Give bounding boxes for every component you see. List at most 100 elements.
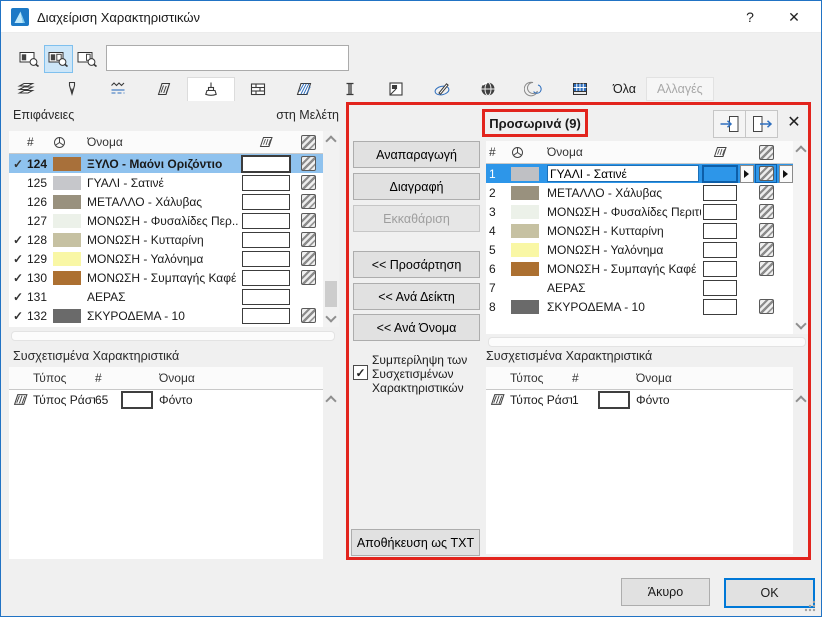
resize-grip[interactable] bbox=[803, 599, 817, 613]
fill-preview-box[interactable] bbox=[241, 154, 291, 173]
texture-icon[interactable] bbox=[755, 164, 777, 183]
tab-all[interactable]: Όλα bbox=[603, 77, 646, 101]
texture-icon[interactable] bbox=[758, 299, 774, 314]
fill-preview-box[interactable] bbox=[242, 231, 290, 248]
fill-preview-box[interactable] bbox=[703, 260, 737, 277]
fill-preview-box[interactable] bbox=[242, 212, 290, 229]
texture-icon[interactable] bbox=[300, 194, 316, 209]
by-name-button[interactable]: << Ανά Όνομα bbox=[353, 314, 480, 341]
scroll-thumb[interactable] bbox=[325, 281, 337, 307]
tab-composites[interactable] bbox=[235, 77, 281, 101]
associated-left-scrollbar[interactable] bbox=[323, 367, 339, 559]
table-row-selected[interactable]: 1 bbox=[486, 164, 793, 183]
search-scope-both-button[interactable] bbox=[44, 45, 73, 73]
help-button[interactable]: ? bbox=[737, 6, 763, 28]
tab-profiles[interactable] bbox=[327, 77, 373, 101]
left-table-hscrollbar[interactable] bbox=[11, 331, 335, 341]
fill-preview-box[interactable] bbox=[242, 174, 290, 191]
name-edit-field[interactable] bbox=[547, 165, 699, 182]
scroll-up-icon[interactable] bbox=[325, 135, 337, 147]
table-row[interactable]: 6 ΜΟΝΩΣΗ - Συμπαγής Καφέ bbox=[486, 259, 793, 278]
fill-preview-box[interactable] bbox=[703, 222, 737, 239]
append-button[interactable]: << Προσάρτηση bbox=[353, 251, 480, 278]
fill-preview-box[interactable] bbox=[242, 193, 290, 210]
associated-right-scrollbar[interactable] bbox=[793, 367, 809, 554]
right-table-hscrollbar[interactable] bbox=[488, 337, 806, 347]
fill-preview-box[interactable] bbox=[242, 250, 290, 267]
export-button[interactable] bbox=[745, 110, 778, 138]
fill-preview-box[interactable] bbox=[703, 203, 737, 220]
texture-icon[interactable] bbox=[300, 213, 316, 228]
scroll-up-icon[interactable] bbox=[325, 395, 337, 407]
texture-icon[interactable] bbox=[758, 242, 774, 257]
table-row[interactable]: ✓ 124 ΞΥΛΟ - Μαόνι Οριζόντιο bbox=[9, 154, 323, 173]
scroll-down-icon[interactable] bbox=[325, 311, 337, 323]
table-row[interactable]: 126 ΜΕΤΑΛΛΟ - Χάλυβας bbox=[9, 192, 323, 211]
right-table-scrollbar[interactable] bbox=[793, 141, 809, 334]
fill-preview-box[interactable] bbox=[703, 298, 737, 315]
table-row[interactable]: ✓ 130 ΜΟΝΩΣΗ - Συμπαγής Καφέ bbox=[9, 268, 323, 287]
scroll-down-icon[interactable] bbox=[795, 318, 807, 330]
texture-icon[interactable] bbox=[300, 232, 316, 247]
scroll-up-icon[interactable] bbox=[795, 395, 807, 407]
table-row[interactable]: ✓ 132 ΣΚΥΡΟΔΕΜΑ - 10 bbox=[9, 306, 323, 325]
purge-button[interactable]: Εκκαθάριση bbox=[353, 205, 480, 232]
tab-markup-styles[interactable] bbox=[419, 77, 465, 101]
ok-button[interactable]: OK bbox=[724, 578, 815, 608]
table-row[interactable]: 8 ΣΚΥΡΟΔΕΜΑ - 10 bbox=[486, 297, 793, 316]
texture-picker-arrow-icon[interactable] bbox=[778, 164, 793, 183]
fill-preview-box[interactable] bbox=[242, 307, 290, 324]
table-row[interactable]: ✓ 129 ΜΟΝΩΣΗ - Υαλόνημα bbox=[9, 249, 323, 268]
left-table-scrollbar[interactable] bbox=[323, 131, 339, 327]
fill-preview-box[interactable] bbox=[703, 184, 737, 201]
tab-cities[interactable] bbox=[465, 77, 511, 101]
texture-icon[interactable] bbox=[300, 251, 316, 266]
save-as-txt-button[interactable]: Αποθήκευση ως TXT bbox=[351, 529, 480, 556]
texture-icon[interactable] bbox=[758, 223, 774, 238]
texture-icon[interactable] bbox=[758, 185, 774, 200]
tab-pens[interactable] bbox=[49, 77, 95, 101]
texture-icon[interactable] bbox=[758, 261, 774, 276]
tab-building-materials[interactable] bbox=[281, 77, 327, 101]
texture-icon[interactable] bbox=[300, 156, 316, 171]
table-row[interactable]: ✓ 128 ΜΟΝΩΣΗ - Κυτταρίνη bbox=[9, 230, 323, 249]
table-row[interactable]: 2 ΜΕΤΑΛΛΟ - Χάλυβας bbox=[486, 183, 793, 202]
texture-icon[interactable] bbox=[300, 270, 316, 285]
tab-operation-profiles[interactable] bbox=[511, 77, 557, 101]
fill-preview-box[interactable] bbox=[702, 164, 738, 183]
search-scope-right-button[interactable] bbox=[73, 45, 102, 73]
texture-icon[interactable] bbox=[758, 204, 774, 219]
fill-preview-box[interactable] bbox=[703, 241, 737, 258]
tab-mep-systems[interactable] bbox=[557, 77, 603, 101]
tab-layers[interactable] bbox=[3, 77, 49, 101]
delete-button[interactable]: Διαγραφή bbox=[353, 173, 480, 200]
texture-icon[interactable] bbox=[300, 175, 316, 190]
duplicate-button[interactable]: Αναπαραγωγή bbox=[353, 141, 480, 168]
associated-row[interactable]: Τύπος Ράστ 1 Φόντο bbox=[486, 390, 793, 409]
table-row[interactable]: 127 ΜΟΝΩΣΗ - Φυσαλίδες Περ... bbox=[9, 211, 323, 230]
include-associated-checkbox[interactable]: ✓ bbox=[353, 365, 368, 380]
texture-icon[interactable] bbox=[300, 308, 316, 323]
import-button[interactable] bbox=[713, 110, 746, 138]
search-input[interactable] bbox=[106, 45, 349, 71]
fill-preview-box[interactable] bbox=[703, 279, 737, 296]
table-row[interactable]: ✓ 131 ΑΕΡΑΣ bbox=[9, 287, 323, 306]
fill-preview-box[interactable] bbox=[242, 269, 290, 286]
scroll-up-icon[interactable] bbox=[795, 145, 807, 157]
close-button[interactable]: ✕ bbox=[781, 6, 807, 28]
associated-row[interactable]: Τύπος Ράστ 65 Φόντο bbox=[9, 390, 323, 409]
tab-surfaces[interactable] bbox=[187, 77, 235, 101]
table-row[interactable]: 4 ΜΟΝΩΣΗ - Κυτταρίνη bbox=[486, 221, 793, 240]
search-scope-left-button[interactable] bbox=[15, 45, 44, 73]
cancel-button[interactable]: Άκυρο bbox=[621, 578, 710, 606]
clear-temporary-button[interactable]: ✕ bbox=[780, 109, 808, 135]
table-row[interactable]: 125 ΓΥΑΛΙ - Σατινέ bbox=[9, 173, 323, 192]
tab-line-types[interactable] bbox=[95, 77, 141, 101]
table-row[interactable]: 7 ΑΕΡΑΣ bbox=[486, 278, 793, 297]
fill-picker-arrow-icon[interactable] bbox=[739, 164, 754, 183]
table-row[interactable]: 3 ΜΟΝΩΣΗ - Φυσαλίδες Περιτύ... bbox=[486, 202, 793, 221]
tab-changes[interactable]: Αλλαγές bbox=[645, 77, 714, 101]
fill-preview-box[interactable] bbox=[242, 288, 290, 305]
tab-fill-types[interactable] bbox=[141, 77, 187, 101]
tab-zone-categories[interactable] bbox=[373, 77, 419, 101]
